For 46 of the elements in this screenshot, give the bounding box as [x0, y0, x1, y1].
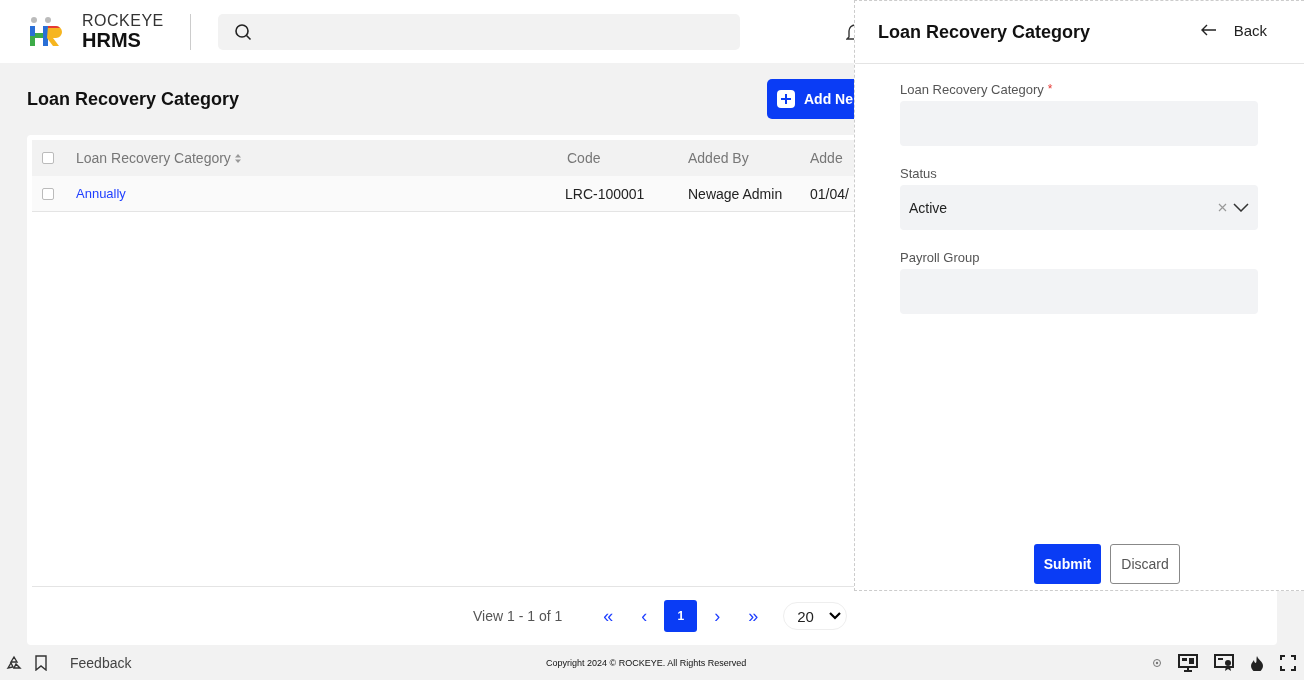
sort-icon[interactable] [234, 153, 241, 163]
panel-title: Loan Recovery Category [878, 21, 1091, 43]
feedback-link[interactable]: Feedback [70, 654, 132, 671]
row-checkbox[interactable] [42, 187, 54, 200]
fullscreen-icon[interactable] [1280, 654, 1296, 671]
select-all-checkbox[interactable] [42, 152, 54, 164]
bookmark-icon[interactable] [34, 654, 48, 671]
brand-name: ROCKEYE [82, 13, 164, 29]
category-link[interactable]: Annually [76, 186, 126, 201]
clear-icon[interactable] [1218, 203, 1227, 212]
field-label: Status [900, 166, 938, 181]
pagination-summary: View 1 - 1 of 1 [473, 608, 563, 624]
search-field[interactable] [217, 13, 740, 50]
table-cell: 01/04/ [810, 185, 849, 202]
certificate-icon[interactable] [1214, 653, 1234, 672]
gear-icon[interactable] [1152, 657, 1162, 668]
required-mark: * [1047, 82, 1053, 96]
first-page-button[interactable]: « [590, 605, 627, 627]
previous-page-button[interactable]: ‹ [626, 605, 663, 627]
column-header: Loan Recovery Category [76, 150, 231, 166]
field-label: Loan Recovery Category [900, 82, 1044, 97]
monitor-icon[interactable] [1178, 653, 1198, 672]
last-page-button[interactable]: » [735, 605, 772, 627]
chevron-down-icon [1233, 203, 1249, 212]
column-header: Adde [810, 150, 843, 166]
discard-button[interactable]: Discard [1110, 544, 1180, 584]
back-link[interactable]: Back [1200, 21, 1267, 39]
brand-product: HRMS [82, 30, 142, 50]
table-cell: Newage Admin [688, 185, 783, 202]
copyright-text: Copyright 2024 © ROCKEYE. All Rights Reserved [546, 657, 748, 668]
arrow-left-icon [1200, 24, 1217, 36]
page-button[interactable]: 1 [664, 600, 698, 632]
status-select[interactable]: Active [900, 185, 1258, 230]
submit-button[interactable]: Submit [1034, 544, 1101, 584]
flame-icon[interactable] [1250, 654, 1264, 671]
logo-icon [29, 15, 65, 48]
column-header: Code [567, 150, 601, 166]
add-new-button[interactable]: Add Ne [767, 79, 855, 119]
table-cell: LRC-100001 [565, 185, 645, 202]
plus-icon [777, 90, 795, 108]
page-title: Loan Recovery Category [27, 88, 240, 110]
field-label: Payroll Group [900, 250, 981, 265]
next-page-button[interactable]: › [699, 605, 736, 627]
chevron-down-icon [829, 612, 842, 620]
column-header: Added By [688, 150, 749, 166]
search-icon [233, 22, 252, 41]
